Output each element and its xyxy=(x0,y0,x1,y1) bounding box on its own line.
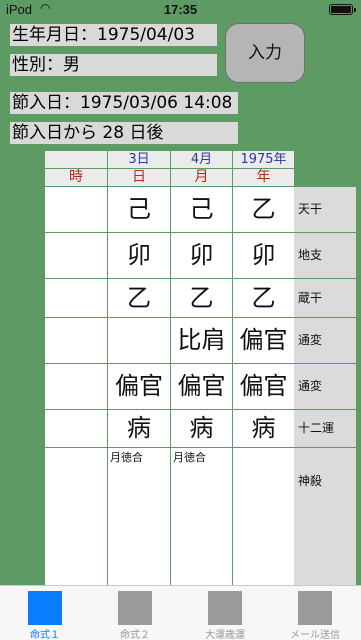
month-cell-shinsatsu: 月徳合 xyxy=(171,448,232,585)
status-time: 17:35 xyxy=(163,2,198,17)
row-label-tsuhen-2: 通変 xyxy=(294,364,356,409)
row-label-tsuhen-1: 通変 xyxy=(294,318,356,363)
input-button[interactable]: 入力 xyxy=(225,23,305,83)
hour-cell-shinsatsu xyxy=(45,448,107,585)
row-label-zokan: 蔵干 xyxy=(294,279,356,317)
hour-cell-chishi xyxy=(45,233,107,278)
mail-send-icon xyxy=(298,591,332,625)
sex-field[interactable]: 性別：男 xyxy=(10,54,217,76)
day-cell-shinsatsu: 月徳合 xyxy=(108,448,170,585)
row-label-chishi: 地支 xyxy=(294,233,356,278)
day-cell-tenkan: 己 xyxy=(108,187,170,232)
tab-bar: 命式１ 命式２ 大運歳運 メール送信 xyxy=(0,585,361,640)
taiun-saiun-icon xyxy=(208,591,242,625)
day-cell-tsuhen-1 xyxy=(108,318,170,363)
year-cell-tsuhen-1: 偏官 xyxy=(233,318,294,363)
day-cell-chishi: 卯 xyxy=(108,233,170,278)
meishiki-1-icon xyxy=(28,591,62,625)
header-month-date: 4月 xyxy=(171,151,232,168)
pillar-hour: 時 xyxy=(45,169,107,186)
hour-cell-tsuhen-2 xyxy=(45,364,107,409)
year-cell-tenkan: 乙 xyxy=(233,187,294,232)
day-cell-tsuhen-2: 偏官 xyxy=(108,364,170,409)
day-cell-zokan: 乙 xyxy=(108,279,170,317)
tab-meishiki-1[interactable]: 命式１ xyxy=(0,586,90,640)
month-cell-tsuhen-1: 比肩 xyxy=(171,318,232,363)
birthdate-field[interactable]: 生年月日：1975/04/03 xyxy=(10,24,217,46)
hour-cell-juniun xyxy=(45,410,107,447)
tab-mail-send[interactable]: メール送信 xyxy=(270,586,360,640)
tab-label: メール送信 xyxy=(290,630,340,640)
tab-label: 命式１ xyxy=(30,630,60,640)
year-cell-juniun: 病 xyxy=(233,410,294,447)
month-cell-tenkan: 己 xyxy=(171,187,232,232)
month-cell-juniun: 病 xyxy=(171,410,232,447)
tab-taiun-saiun[interactable]: 大運歳運 xyxy=(180,586,270,640)
month-cell-chishi: 卯 xyxy=(171,233,232,278)
tab-label: 命式２ xyxy=(120,630,150,640)
hour-cell-tsuhen-1 xyxy=(45,318,107,363)
header-year-date: 1975年 xyxy=(233,151,294,168)
day-cell-juniun: 病 xyxy=(108,410,170,447)
header-day-date: 3日 xyxy=(108,151,170,168)
year-cell-chishi: 卯 xyxy=(233,233,294,278)
days-after-field: 節入日から 28 日後 xyxy=(10,122,238,144)
pillar-year: 年 xyxy=(233,169,294,186)
pillar-month: 月 xyxy=(171,169,232,186)
month-cell-zokan: 乙 xyxy=(171,279,232,317)
meishiki-2-icon xyxy=(118,591,152,625)
tab-label: 大運歳運 xyxy=(205,630,245,640)
hour-cell-tenkan xyxy=(45,187,107,232)
status-bar: iPod ◠ 17:35 xyxy=(0,0,361,20)
meishiki-table: 3日 4月 1975年 時 日 月 年 己 己 乙 天干 卯 卯 卯 地支 乙 … xyxy=(45,151,356,585)
tab-meishiki-2[interactable]: 命式２ xyxy=(90,586,180,640)
year-cell-tsuhen-2: 偏官 xyxy=(233,364,294,409)
battery-icon xyxy=(329,4,356,15)
pillar-day: 日 xyxy=(108,169,170,186)
header-blank xyxy=(45,151,107,168)
row-label-juniun: 十二運 xyxy=(294,410,356,447)
year-cell-zokan: 乙 xyxy=(233,279,294,317)
year-cell-shinsatsu xyxy=(233,448,294,585)
setsunyu-date-field: 節入日：1975/03/06 14:08 xyxy=(10,92,238,114)
row-label-tenkan: 天干 xyxy=(294,187,356,232)
month-cell-tsuhen-2: 偏官 xyxy=(171,364,232,409)
hour-cell-zokan xyxy=(45,279,107,317)
row-label-shinsatsu: 神殺 xyxy=(294,448,356,585)
